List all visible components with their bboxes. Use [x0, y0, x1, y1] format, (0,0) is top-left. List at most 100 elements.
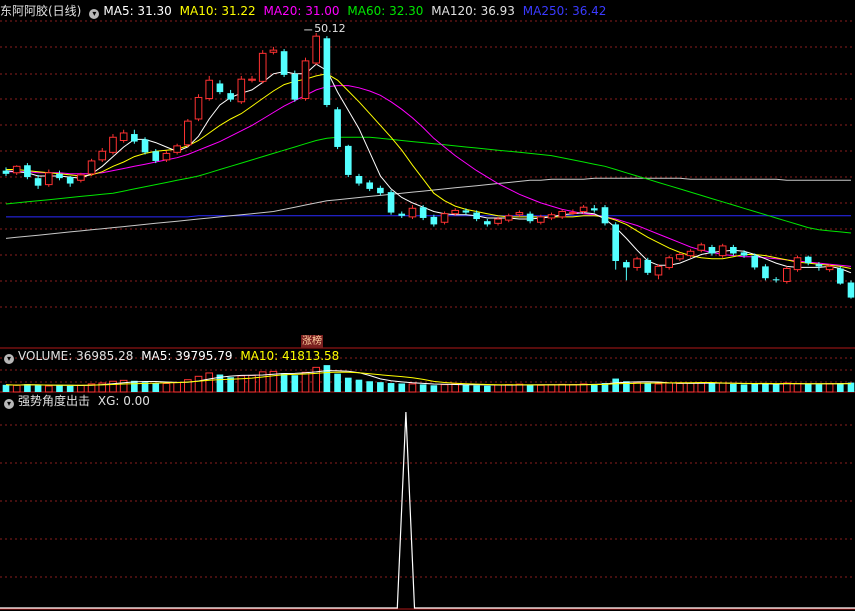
- candle-up: [237, 78, 246, 103]
- candle-up: [697, 244, 706, 251]
- indicator-title: 强势角度出击: [18, 394, 91, 408]
- ma60-label: MA60: 32.30: [347, 4, 424, 18]
- xg-line: [0, 411, 855, 609]
- volume-bar-up: [633, 382, 641, 393]
- candle-up: [569, 212, 577, 215]
- volume-bar-up: [312, 366, 321, 393]
- ma5-line: [5, 63, 852, 274]
- main-chart-header: 东阿阿胶(日线) ▾ MA5: 31.30 MA10: 31.22 MA20: 31…: [0, 2, 610, 20]
- candle-up: [536, 216, 545, 223]
- candle-down: [419, 207, 427, 218]
- candle-down: [291, 73, 299, 100]
- candle-down: [772, 279, 780, 281]
- candle-down: [847, 282, 855, 298]
- volume-bar-down: [462, 384, 470, 392]
- chart-canvas[interactable]: 50.12: [0, 0, 855, 611]
- volume-bar-down: [430, 385, 438, 392]
- chevron-down-icon[interactable]: ▾: [89, 9, 100, 19]
- candle-up: [98, 150, 107, 161]
- high-label: 50.12: [314, 22, 346, 35]
- stock-title: 东阿阿胶(日线): [0, 4, 82, 18]
- volume-bar-down: [398, 383, 406, 392]
- volume-bar-up: [451, 383, 460, 393]
- volume-bar-down: [708, 383, 716, 392]
- volume-bar-up: [408, 383, 417, 393]
- indicator-header: ▾ 强势角度出击 XG: 0.00: [0, 392, 154, 410]
- ma250-label: MA250: 36.42: [522, 4, 607, 18]
- candle-down: [644, 259, 652, 273]
- volume-bar-down: [836, 383, 844, 392]
- candle-down: [740, 252, 748, 256]
- candle-down: [762, 266, 769, 279]
- candle-up: [194, 96, 203, 120]
- xg-label: XG: 0.00: [97, 394, 150, 408]
- ma60-line: [5, 136, 852, 234]
- volume-bar-down: [2, 384, 10, 392]
- candle-down: [804, 256, 812, 264]
- volume-bar-down: [644, 383, 652, 392]
- candle-down: [24, 165, 31, 178]
- volume-ma5-label: MA5: 39795.79: [141, 349, 233, 363]
- volume-bar-up: [162, 382, 171, 393]
- volume-bar-down: [623, 381, 630, 392]
- volume-header: ▾ VOLUME: 36985.28 MA5: 39795.79 MA10: 41…: [0, 347, 343, 365]
- volume-ma10-label: MA10: 41813.58: [240, 349, 340, 363]
- candle-down: [152, 151, 160, 161]
- volume-bar-up: [119, 379, 128, 393]
- candle-up: [654, 265, 663, 276]
- volume-bar-up: [547, 384, 556, 393]
- volume-label: VOLUME: 36985.28: [18, 349, 134, 363]
- volume-bar-down: [334, 373, 341, 392]
- candle-up: [12, 165, 21, 174]
- candle-down: [280, 51, 288, 75]
- volume-bar-down: [377, 382, 384, 392]
- candle-up: [312, 35, 321, 64]
- volume-bar-down: [366, 381, 373, 392]
- candle-down: [227, 93, 234, 100]
- volume-bar-up: [697, 382, 706, 393]
- volume-bar-down: [526, 385, 534, 392]
- candle-up: [109, 136, 117, 153]
- candle-up: [558, 211, 567, 218]
- volume-bar-down: [473, 385, 480, 392]
- candle-down: [815, 264, 823, 267]
- chevron-down-icon[interactable]: ▾: [4, 354, 14, 364]
- volume-bar-up: [504, 384, 513, 393]
- candle-up: [633, 258, 641, 268]
- volume-bar-up: [718, 382, 727, 393]
- candle-down: [344, 145, 352, 175]
- volume-bar-down: [323, 365, 331, 392]
- candle-up: [665, 257, 673, 268]
- candle-down: [430, 216, 438, 225]
- volume-bar-down: [355, 379, 363, 392]
- candle-up: [44, 172, 53, 186]
- candle-down: [484, 221, 491, 225]
- volume-bar-down: [751, 383, 759, 392]
- candle-down: [355, 176, 363, 184]
- volume-bar-up: [793, 382, 802, 393]
- candle-down: [730, 247, 737, 254]
- ma120-line: [5, 177, 851, 239]
- volume-bar-up: [440, 384, 449, 393]
- candle-up: [162, 152, 171, 161]
- chevron-down-icon[interactable]: ▾: [4, 399, 14, 409]
- volume-bar-down: [152, 383, 160, 392]
- candle-up: [301, 60, 310, 100]
- ma10-line: [6, 73, 852, 269]
- volume-bar-up: [194, 375, 203, 393]
- volume-bar-up: [173, 382, 181, 393]
- candle-up: [205, 79, 214, 100]
- volume-bar-down: [56, 385, 63, 392]
- candle-down: [708, 247, 716, 254]
- candle-down: [473, 212, 480, 220]
- volume-bar-up: [536, 384, 545, 393]
- volume-bar-down: [419, 384, 427, 392]
- volume-bar-up: [654, 383, 663, 393]
- candle-down: [66, 177, 74, 184]
- candle-down: [216, 83, 224, 93]
- candle-up: [408, 207, 417, 218]
- candle-up: [258, 52, 267, 82]
- candle-down: [334, 109, 341, 147]
- candle-up: [440, 213, 449, 223]
- candle-down: [34, 178, 42, 186]
